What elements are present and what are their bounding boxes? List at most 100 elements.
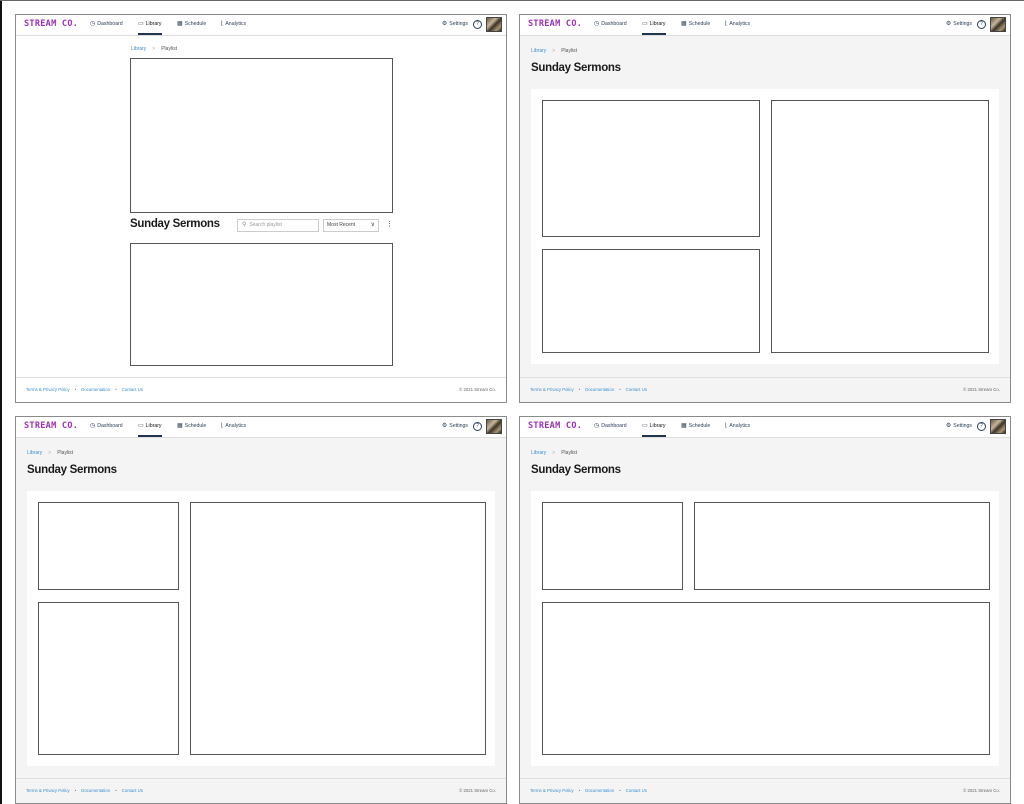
search-input[interactable]: ⚲ Search playlist bbox=[237, 219, 319, 232]
nav-analytics[interactable]: ⌊ Analytics bbox=[725, 417, 750, 436]
copyright: © 2021 Stream Co. bbox=[963, 387, 1000, 392]
content-card bbox=[27, 491, 495, 766]
content-card bbox=[531, 89, 999, 364]
settings-link[interactable]: ⚙ Settings bbox=[442, 15, 468, 34]
brand-logo[interactable]: STREAM CO. bbox=[528, 421, 582, 431]
breadcrumb-library[interactable]: Library bbox=[131, 46, 146, 52]
avatar[interactable] bbox=[486, 17, 502, 32]
calendar-icon: ▦ bbox=[177, 21, 183, 27]
breadcrumb: Library > Playlist bbox=[531, 450, 577, 456]
video-icon: ▭ bbox=[642, 21, 648, 27]
settings-label: Settings bbox=[953, 423, 972, 429]
nav-analytics[interactable]: ⌊ Analytics bbox=[221, 417, 246, 436]
contact-link[interactable]: Contact Us bbox=[626, 788, 647, 793]
nav-analytics[interactable]: ⌊ Analytics bbox=[221, 15, 246, 34]
docs-link[interactable]: Documentation bbox=[585, 387, 614, 392]
sort-selected: Most Recent bbox=[327, 222, 356, 228]
nav-analytics[interactable]: ⌊ Analytics bbox=[725, 15, 750, 34]
settings-link[interactable]: ⚙ Settings bbox=[946, 15, 972, 34]
nav-dashboard[interactable]: ◷ Dashboard bbox=[594, 417, 627, 436]
nav-schedule[interactable]: ▦ Schedule bbox=[177, 417, 206, 436]
breadcrumb-current: Playlist bbox=[561, 450, 578, 456]
footer: Terms & Privacy Policy • Documentation • Con… bbox=[16, 778, 506, 803]
terms-link[interactable]: Terms & Privacy Policy bbox=[530, 788, 574, 793]
nav-schedule[interactable]: ▦ Schedule bbox=[177, 15, 206, 34]
terms-link[interactable]: Terms & Privacy Policy bbox=[530, 387, 574, 392]
breadcrumb: Library > Playlist bbox=[27, 450, 73, 456]
nav-library[interactable]: ▭ Library bbox=[138, 15, 162, 35]
dashboard-icon: ◷ bbox=[90, 21, 96, 27]
nav-library[interactable]: ▭ Library bbox=[642, 417, 666, 437]
gear-icon: ⚙ bbox=[441, 423, 448, 429]
nav-library-label: Library bbox=[145, 423, 162, 429]
nav-dashboard[interactable]: ◷ Dashboard bbox=[90, 15, 123, 34]
chart-icon: ⌊ bbox=[221, 21, 224, 27]
docs-link[interactable]: Documentation bbox=[81, 387, 110, 392]
breadcrumb-library[interactable]: Library bbox=[27, 450, 42, 456]
dashboard-icon: ◷ bbox=[594, 423, 600, 429]
content-block bbox=[542, 249, 760, 353]
brand-logo[interactable]: STREAM CO. bbox=[24, 19, 78, 29]
docs-link[interactable]: Documentation bbox=[585, 788, 614, 793]
nav-dashboard-label: Dashboard bbox=[97, 423, 123, 429]
help-icon[interactable]: ? bbox=[977, 20, 986, 29]
breadcrumb: Library > Playlist bbox=[131, 46, 177, 52]
wireframe-panel-1: STREAM CO. ◷ Dashboard ▭ Library ▦ Schedule… bbox=[15, 14, 507, 403]
footer-dot: • bbox=[619, 387, 621, 392]
help-icon[interactable]: ? bbox=[977, 422, 986, 431]
content-block bbox=[542, 502, 683, 590]
nav-analytics-label: Analytics bbox=[225, 423, 247, 429]
wireframe-panel-2: STREAM CO. ◷ Dashboard ▭ Library ▦ Schedule… bbox=[519, 14, 1011, 403]
breadcrumb-current: Playlist bbox=[161, 46, 178, 52]
contact-link[interactable]: Contact Us bbox=[626, 387, 647, 392]
player-placeholder[interactable] bbox=[130, 58, 393, 213]
footer-dot: • bbox=[578, 788, 581, 793]
footer-dot: • bbox=[115, 387, 117, 392]
calendar-icon: ▦ bbox=[681, 423, 687, 429]
chevron-down-icon: ∨ bbox=[370, 222, 375, 228]
avatar[interactable] bbox=[990, 419, 1006, 434]
top-nav: STREAM CO. ◷ Dashboard ▭ Library ▦ Schedule… bbox=[16, 417, 506, 438]
nav-library[interactable]: ▭ Library bbox=[138, 417, 162, 437]
breadcrumb-library[interactable]: Library bbox=[531, 450, 546, 456]
nav-schedule[interactable]: ▦ Schedule bbox=[681, 417, 710, 436]
nav-library[interactable]: ▭ Library bbox=[642, 15, 666, 35]
settings-link[interactable]: ⚙ Settings bbox=[442, 417, 468, 436]
breadcrumb-library[interactable]: Library bbox=[531, 48, 546, 54]
breadcrumb-separator: > bbox=[552, 450, 556, 456]
brand-logo[interactable]: STREAM CO. bbox=[528, 19, 582, 29]
nav-dashboard[interactable]: ◷ Dashboard bbox=[594, 15, 627, 34]
dashboard-icon: ◷ bbox=[90, 423, 96, 429]
gear-icon: ⚙ bbox=[945, 21, 952, 27]
kebab-icon[interactable]: ⋮ bbox=[386, 219, 393, 230]
nav-schedule-label: Schedule bbox=[688, 423, 711, 429]
breadcrumb-separator: > bbox=[152, 46, 156, 52]
nav-analytics-label: Analytics bbox=[729, 21, 751, 27]
avatar[interactable] bbox=[486, 419, 502, 434]
avatar[interactable] bbox=[990, 17, 1006, 32]
gear-icon: ⚙ bbox=[945, 423, 952, 429]
terms-link[interactable]: Terms & Privacy Policy bbox=[26, 788, 70, 793]
settings-link[interactable]: ⚙ Settings bbox=[946, 417, 972, 436]
footer-dot: • bbox=[74, 788, 77, 793]
content-block bbox=[542, 100, 760, 237]
breadcrumb-current: Playlist bbox=[561, 48, 578, 54]
help-icon[interactable]: ? bbox=[473, 422, 482, 431]
nav-schedule[interactable]: ▦ Schedule bbox=[681, 15, 710, 34]
docs-link[interactable]: Documentation bbox=[81, 788, 110, 793]
nav-dashboard-label: Dashboard bbox=[601, 423, 627, 429]
brand-logo[interactable]: STREAM CO. bbox=[24, 421, 78, 431]
nav-library-label: Library bbox=[649, 423, 666, 429]
page-border-top bbox=[0, 0, 1024, 1]
video-icon: ▭ bbox=[138, 423, 144, 429]
nav-analytics-label: Analytics bbox=[225, 21, 247, 27]
video-icon: ▭ bbox=[642, 423, 648, 429]
help-icon[interactable]: ? bbox=[473, 20, 482, 29]
sort-select[interactable]: Most Recent ∨ bbox=[323, 219, 379, 232]
contact-link[interactable]: Contact Us bbox=[122, 387, 143, 392]
contact-link[interactable]: Contact Us bbox=[122, 788, 143, 793]
gear-icon: ⚙ bbox=[441, 21, 448, 27]
nav-dashboard[interactable]: ◷ Dashboard bbox=[90, 417, 123, 436]
top-nav: STREAM CO. ◷ Dashboard ▭ Library ▦ Schedule… bbox=[16, 15, 506, 36]
terms-link[interactable]: Terms & Privacy Policy bbox=[26, 387, 70, 392]
